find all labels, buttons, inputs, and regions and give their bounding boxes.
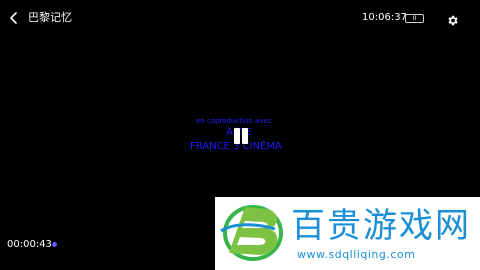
- elapsed-time: 00:00:43: [7, 239, 52, 250]
- battery-level: 0: [412, 15, 417, 22]
- pause-bar-left: [234, 128, 240, 144]
- clock-display: 10:06:37: [362, 12, 407, 23]
- gear-icon: [448, 15, 458, 26]
- watermark-site-name: 百贵游戏网: [291, 206, 471, 246]
- video-player-screen: 巴黎记忆 10:06:37 0 en coproduction avec ART…: [0, 0, 480, 270]
- video-title: 巴黎记忆: [28, 11, 72, 24]
- pause-bar-right: [242, 128, 248, 144]
- top-bar: 巴黎记忆 10:06:37 0: [0, 0, 480, 38]
- pause-button[interactable]: [231, 126, 251, 146]
- back-button[interactable]: [6, 9, 22, 27]
- credit-line-coproduction: en coproduction avec: [196, 117, 272, 125]
- battery-icon: 0: [405, 14, 424, 23]
- watermark-logo: [220, 205, 283, 261]
- settings-button[interactable]: [446, 12, 459, 26]
- chevron-left-icon: [10, 12, 17, 24]
- watermark-site-url: www.sdqlliqing.com: [297, 248, 416, 261]
- watermark-banner: 百贵游戏网 www.sdqlliqing.com: [215, 197, 480, 270]
- seek-handle[interactable]: [52, 242, 57, 247]
